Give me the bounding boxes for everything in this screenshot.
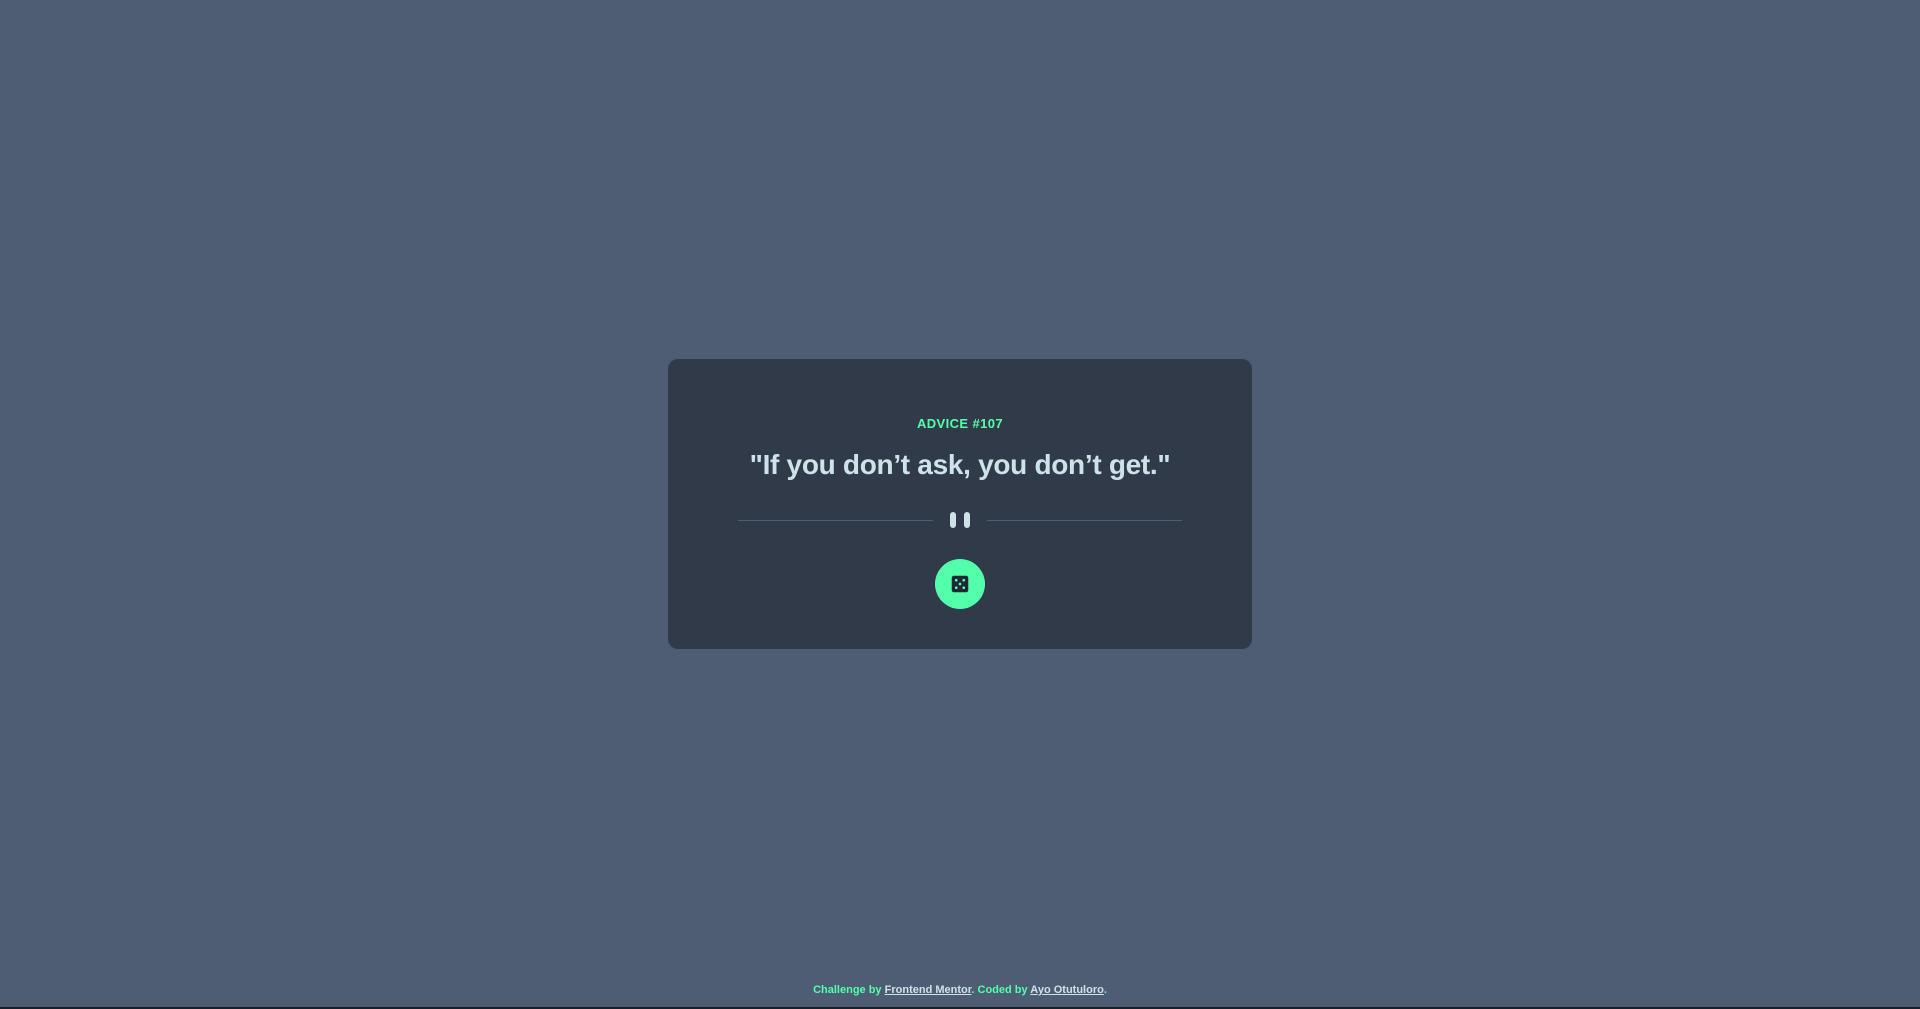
attribution-middle: . Coded by xyxy=(971,984,1028,996)
author-link[interactable]: Ayo Otutuloro xyxy=(1030,984,1104,996)
divider-line-right xyxy=(987,520,1182,521)
advice-quote-text: "If you don’t ask, you don’t get." xyxy=(749,449,1171,480)
generate-advice-button[interactable] xyxy=(935,559,985,609)
dice-icon xyxy=(951,575,969,593)
pause-icon xyxy=(950,512,970,528)
attribution-suffix: . xyxy=(1103,984,1107,996)
advice-id-label: ADVICE #107 xyxy=(916,416,1004,431)
attribution-footer: Challenge by Frontend Mentor. Coded by A… xyxy=(0,982,1920,998)
attribution-prefix: Challenge by xyxy=(813,984,882,996)
advice-card: ADVICE #107 "If you don’t ask, you don’t… xyxy=(668,359,1252,649)
pattern-divider xyxy=(738,511,1182,529)
frontend-mentor-link[interactable]: Frontend Mentor xyxy=(885,984,972,996)
divider-line-left xyxy=(738,520,933,521)
